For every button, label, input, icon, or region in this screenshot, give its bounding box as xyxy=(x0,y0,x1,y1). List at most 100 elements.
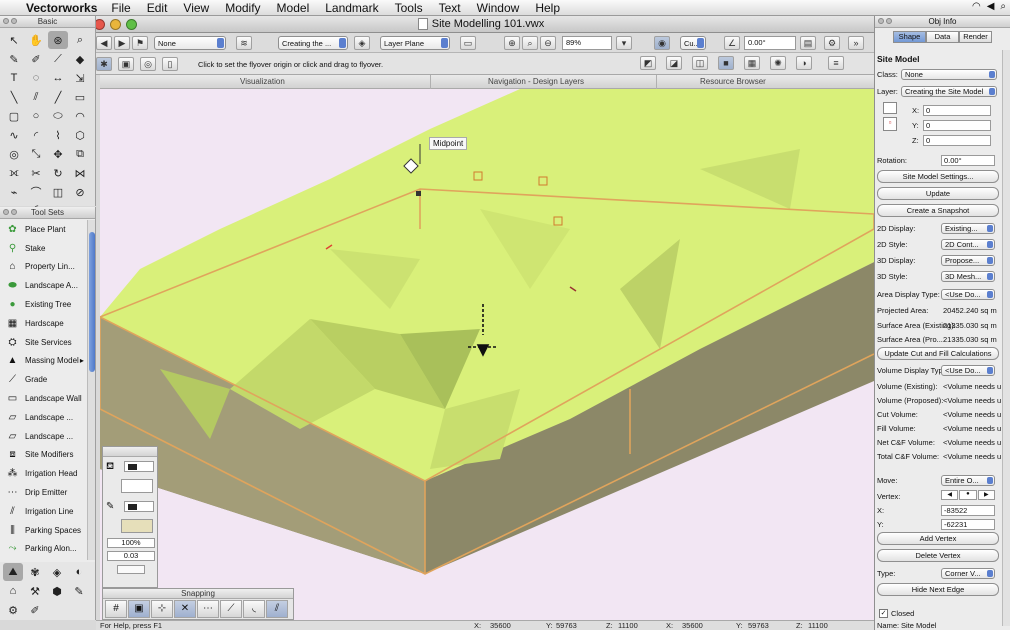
dims-set-icon[interactable]: ◐ xyxy=(69,563,89,581)
sheet-icon[interactable]: ▤ xyxy=(800,36,816,50)
3d-modeling-set-icon[interactable]: ⬢ xyxy=(47,582,67,600)
active-layer-select[interactable]: Creating the ... xyxy=(278,36,348,50)
pencil-tool-icon[interactable]: ✐ xyxy=(26,50,46,68)
connect-tool-icon[interactable]: ⌁ xyxy=(4,183,24,201)
tool-property-line[interactable]: ⌂ Property Lin... xyxy=(0,258,88,277)
flyover-mode-icon[interactable]: ✱ xyxy=(96,57,112,71)
tool-existing-tree[interactable]: ● Existing Tree xyxy=(0,295,88,314)
eye-mode-icon[interactable]: ◎ xyxy=(140,57,156,71)
tool-grade[interactable]: ⟋ Grade xyxy=(0,370,88,389)
3d-style-select[interactable]: 3D Mesh... xyxy=(941,271,995,282)
lighting-icon[interactable]: ▦ xyxy=(744,56,760,70)
toolbar-overflow-icon[interactable]: » xyxy=(848,36,864,50)
tool-landscape-1[interactable]: ▱ Landscape ... xyxy=(0,408,88,427)
collapse-palette-icon[interactable] xyxy=(11,18,17,24)
mirror-tool-icon[interactable]: ⟗ xyxy=(4,164,24,182)
oval-tool-icon[interactable]: ⬭ xyxy=(48,107,68,125)
standard-view-icon[interactable]: ◉ xyxy=(654,36,670,50)
camera-icon[interactable]: ◫ xyxy=(692,56,708,70)
detailing-set-icon[interactable]: ✎ xyxy=(69,582,89,600)
rotate-tool-icon[interactable]: ↻ xyxy=(48,164,68,182)
tool-parking-along-path[interactable]: ⤳ Parking Alon... xyxy=(0,540,88,559)
wifi-icon[interactable]: ◠ xyxy=(972,1,981,12)
double-line-tool-icon[interactable]: ⫽ xyxy=(26,88,46,106)
layer-visibility-icon[interactable]: ≋ xyxy=(236,36,252,50)
pen-style-select[interactable] xyxy=(124,501,154,512)
layer-select[interactable]: Creating the Site Model xyxy=(901,86,997,97)
tool-parking-spaces[interactable]: ⫼ Parking Spaces xyxy=(0,521,88,540)
settings-icon[interactable]: ⚙ xyxy=(824,36,840,50)
cube-mode-icon[interactable]: ▣ xyxy=(118,57,134,71)
site-model-settings-button[interactable]: Site Model Settings... xyxy=(877,170,999,183)
flyover-tool-icon[interactable]: ⊛ xyxy=(48,31,68,49)
zoom-tool-icon[interactable]: ⌕ xyxy=(70,31,90,49)
freehand-tool-icon[interactable]: ∿ xyxy=(4,126,24,144)
active-plane-select[interactable]: Layer Plane xyxy=(380,36,450,50)
sun-settings-icon[interactable]: ✺ xyxy=(770,56,786,70)
callout-tool-icon[interactable]: ◌ xyxy=(26,69,46,87)
delete-vertex-button[interactable]: Delete Vertex xyxy=(877,549,999,562)
close-palette-icon[interactable] xyxy=(878,18,884,24)
position-box-icon[interactable] xyxy=(883,102,897,114)
pan-tool-icon[interactable]: ✋ xyxy=(26,31,46,49)
offset-tool-icon[interactable]: ⧉ xyxy=(70,145,90,163)
next-vertex-icon[interactable]: ▶ xyxy=(977,490,995,500)
line-weight-field[interactable]: 0.03 xyxy=(107,551,155,561)
fill-swatch[interactable] xyxy=(121,479,153,493)
add-vertex-button[interactable]: Add Vertex xyxy=(877,532,999,545)
move-tool-icon[interactable]: ✥ xyxy=(48,145,68,163)
class-select[interactable]: None xyxy=(901,69,997,80)
tab-visualization[interactable]: Visualization xyxy=(240,77,285,86)
arc-tool-icon[interactable]: ◠ xyxy=(70,107,90,125)
create-snapshot-button[interactable]: Create a Snapshot xyxy=(877,204,999,217)
menu-tools[interactable]: Tools xyxy=(395,1,423,15)
polyline-tool-icon[interactable]: ⌇ xyxy=(48,126,68,144)
render-view-icon[interactable]: ■ xyxy=(718,56,734,70)
screen-plane-icon[interactable]: ▭ xyxy=(460,36,476,50)
update-button[interactable]: Update xyxy=(877,187,999,200)
menu-model[interactable]: Model xyxy=(277,1,310,15)
dimension-tool-icon[interactable]: ↔ xyxy=(48,69,68,87)
fillet-tool-icon[interactable]: ⌒ xyxy=(26,183,46,201)
constrained-dim-tool-icon[interactable]: ⇲ xyxy=(70,69,90,87)
app-menu[interactable]: Vectorworks xyxy=(26,1,97,15)
tab-resource-browser[interactable]: Resource Browser xyxy=(700,77,766,86)
class-visibility-icon[interactable]: ⚑ xyxy=(132,36,148,50)
smart-points-icon[interactable]: ✕ xyxy=(174,600,196,618)
back-arrow-icon[interactable]: ◀ xyxy=(96,36,112,50)
zoom-out-icon[interactable]: ⊖ xyxy=(540,36,556,50)
update-cut-fill-button[interactable]: Update Cut and Fill Calculations xyxy=(877,347,999,360)
tool-site-modifiers[interactable]: ⧈ Site Modifiers xyxy=(0,446,88,465)
smart-edge-icon[interactable]: ⟋ xyxy=(220,600,242,618)
tool-stake[interactable]: ⚲ Stake xyxy=(0,239,88,258)
tool-landscape-2[interactable]: ▱ Landscape ... xyxy=(0,427,88,446)
tool-drip-emitter[interactable]: ⋯ Drip Emitter xyxy=(0,483,88,502)
tool-irrigation-head[interactable]: ⁂ Irrigation Head xyxy=(0,464,88,483)
circle-tool-icon[interactable]: ○ xyxy=(26,107,46,125)
line-type-select[interactable] xyxy=(117,565,145,574)
rounded-rect-tool-icon[interactable]: ▢ xyxy=(4,107,24,125)
tool-hardscape[interactable]: ▦ Hardscape xyxy=(0,314,88,333)
split-tool-icon[interactable]: ⋈ xyxy=(70,164,90,182)
menu-text[interactable]: Text xyxy=(439,1,461,15)
pen-swatch[interactable] xyxy=(121,519,153,533)
mode-bar-menu-icon[interactable]: ≡ xyxy=(828,56,844,70)
collapse-palette-icon[interactable] xyxy=(886,18,892,24)
minimize-window-button[interactable] xyxy=(110,19,121,30)
zoom-field[interactable]: 89% xyxy=(562,36,612,50)
move-select[interactable]: Entire O... xyxy=(941,475,995,486)
tool-irrigation-line[interactable]: ⫽ Irrigation Line xyxy=(0,502,88,521)
forward-arrow-icon[interactable]: ▶ xyxy=(114,36,130,50)
text-tool-icon[interactable]: T xyxy=(4,69,24,87)
zoom-dropdown-icon[interactable]: ▾ xyxy=(616,36,632,50)
tool-site-services[interactable]: ⛭ Site Services xyxy=(0,333,88,352)
zoom-fit-icon[interactable]: ⊕ xyxy=(504,36,520,50)
current-vertex-icon[interactable]: ● xyxy=(959,490,977,500)
tool-massing-model[interactable]: ▲ Massing Model ▸ xyxy=(0,352,88,371)
vertex-y-field[interactable]: -62231 xyxy=(941,519,995,530)
annotation-set-icon[interactable]: ✐ xyxy=(25,601,45,619)
snap-to-surface-icon[interactable]: ⫽ xyxy=(266,600,288,618)
prev-vertex-icon[interactable]: ◀ xyxy=(941,490,959,500)
snap-to-distance-icon[interactable]: ⋯ xyxy=(197,600,219,618)
rotation-field[interactable]: 0.00° xyxy=(941,155,995,166)
